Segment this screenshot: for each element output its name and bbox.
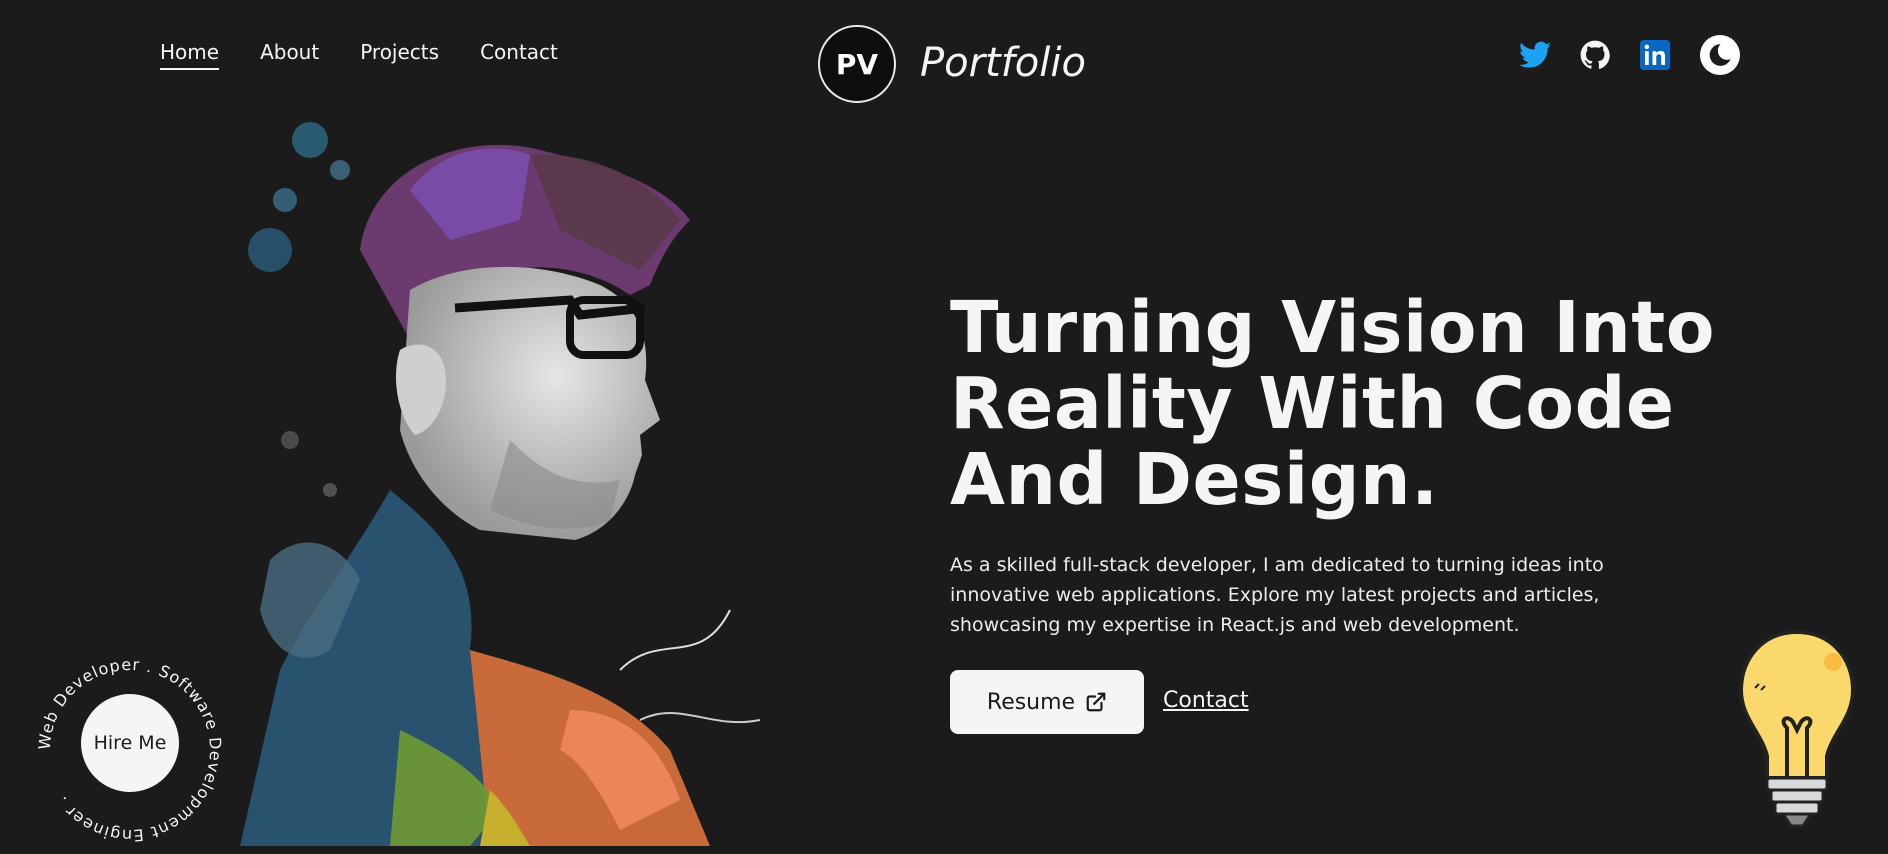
logo-badge[interactable]: PV (818, 25, 896, 103)
hire-me-button[interactable]: Hire Me (81, 694, 179, 792)
hero-intro-text: As a skilled full-stack developer, I am … (950, 554, 1604, 636)
theme-toggle-moon-icon[interactable] (1700, 35, 1740, 75)
developer-portrait-illustration (240, 122, 761, 846)
headline-line-1: Turning Vision Into (950, 286, 1716, 369)
nav-contact[interactable]: Contact (480, 40, 558, 70)
linkedin-icon[interactable] (1636, 36, 1674, 74)
twitter-icon[interactable] (1516, 36, 1554, 74)
lightbulb-icon (1738, 629, 1856, 828)
social-links (1516, 35, 1740, 75)
headline-line-2: Reality With Code (950, 362, 1675, 445)
hero-headline: Turning Vision Into Reality With Code An… (950, 290, 1810, 518)
contact-link[interactable]: Contact (1163, 688, 1249, 713)
github-icon[interactable] (1576, 36, 1614, 74)
brand-name: Portfolio (920, 40, 1086, 86)
headline-line-3: And Design. (950, 438, 1439, 521)
logo-initials: PV (835, 47, 879, 81)
resume-label: Resume (986, 689, 1076, 715)
main-nav: Home About Projects Contact (160, 40, 558, 70)
nav-projects[interactable]: Projects (360, 40, 439, 70)
external-link-icon (1086, 692, 1106, 712)
hire-me-widget: Web Developer . Software Development Eng… (30, 650, 230, 850)
nav-about[interactable]: About (260, 40, 319, 70)
nav-home[interactable]: Home (160, 40, 220, 70)
hire-me-label: Hire Me (93, 732, 167, 754)
resume-button[interactable]: Resume (950, 670, 1144, 734)
